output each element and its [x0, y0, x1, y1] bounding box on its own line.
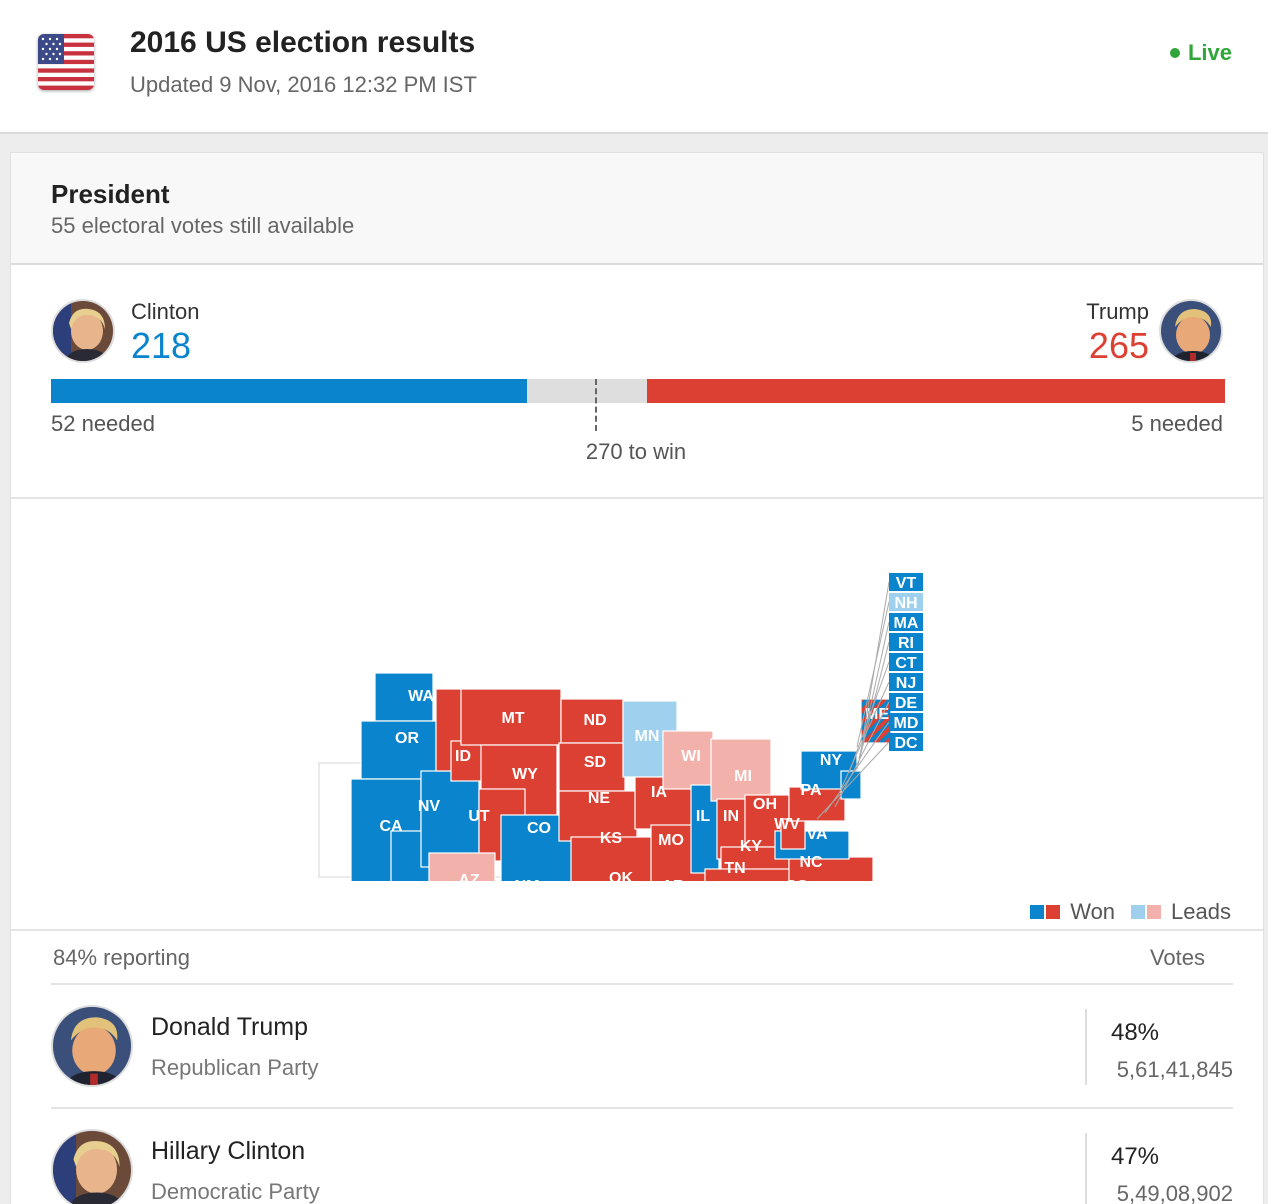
clinton-electoral-votes: 218	[131, 325, 192, 366]
candidate-name: Donald Trump	[151, 1013, 309, 1041]
state-label-or: OR	[395, 730, 419, 747]
small-state-label-ct: CT	[895, 655, 917, 672]
trump-name: Trump	[1086, 299, 1149, 324]
clinton-name: Clinton	[131, 299, 200, 324]
state-label-ok: OK	[609, 870, 633, 881]
us-election-map[interactable]: WAORCANVIDMTWYUTCOAZNMNDSDNEKSOKTXMNIAMO…	[11, 501, 1261, 881]
state-label-sc: SC	[786, 878, 809, 881]
votes-column-header: Votes	[1149, 945, 1205, 970]
state-label-wi: WI	[681, 748, 701, 765]
small-state-label-md: MD	[894, 715, 919, 732]
candidate-row[interactable]: Donald Trump Republican Party 48% 5,61,4…	[51, 985, 1233, 1109]
map-legend: Won Leads	[1030, 899, 1231, 925]
small-state-label-nh: NH	[894, 595, 917, 612]
vote-count: 5,61,41,845	[1116, 1057, 1233, 1082]
top-bar: 2016 US election results Updated 9 Nov, …	[0, 0, 1268, 134]
candidate-party: Democratic Party	[151, 1179, 320, 1204]
small-state-label-dc: DC	[894, 735, 918, 752]
state-label-ca: CA	[379, 818, 403, 835]
race-subtitle: 55 electoral votes still available	[51, 213, 355, 238]
rep-lead-swatch	[1147, 905, 1162, 919]
state-label-oh: OH	[753, 796, 777, 813]
state-label-sd: SD	[584, 754, 606, 771]
reporting-row: 84% reporting Votes	[51, 931, 1233, 985]
updated-timestamp: Updated 9 Nov, 2016 12:32 PM IST	[130, 72, 477, 97]
dem-lead-swatch	[1131, 905, 1146, 919]
trump-electoral-votes: 265	[1088, 325, 1149, 366]
legend-won-label: Won	[1070, 899, 1116, 924]
clinton-avatar	[51, 299, 115, 363]
live-badge: Live	[1169, 40, 1232, 66]
small-state-label-nj: NJ	[896, 675, 916, 692]
small-state-label-ma: MA	[894, 615, 919, 632]
vote-percent: 48%	[1110, 1019, 1160, 1046]
trump-avatar	[1159, 299, 1223, 363]
candidate-party: Republican Party	[151, 1055, 319, 1080]
win-threshold-marker	[595, 379, 597, 431]
president-results-card: President 55 electoral votes still avail…	[10, 152, 1264, 1204]
state-label-id: ID	[455, 748, 471, 765]
state-label-pa: PA	[800, 782, 821, 799]
state-label-mi: MI	[734, 768, 752, 785]
state-label-nd: ND	[583, 712, 606, 729]
state-label-mn: MN	[635, 728, 660, 745]
small-state-label-vt: VT	[896, 575, 917, 592]
live-label: Live	[1187, 40, 1232, 65]
us-flag-icon	[38, 34, 94, 90]
dem-won-swatch	[1030, 905, 1045, 919]
vote-percent: 47%	[1110, 1143, 1160, 1170]
clinton-bar-fill	[51, 379, 527, 403]
to-win-label: 270 to win	[585, 439, 687, 464]
state-label-co: CO	[527, 820, 551, 837]
small-state-label-de: DE	[895, 695, 918, 712]
state-label-mo: MO	[658, 832, 684, 849]
trump-bar-fill	[646, 379, 1225, 403]
clinton-needed: 52 needed	[51, 411, 155, 436]
state-label-mt: MT	[501, 710, 524, 727]
state-label-il: IL	[696, 808, 710, 825]
state-label-nm: NM	[515, 878, 540, 881]
trump-avatar	[51, 1005, 133, 1087]
reporting-percent: 84% reporting	[53, 945, 190, 970]
state-label-in: IN	[723, 808, 739, 825]
candidate-name: Hillary Clinton	[151, 1137, 306, 1165]
state-label-ny: NY	[820, 752, 843, 769]
candidate-row[interactable]: Hillary Clinton Democratic Party 47% 5,4…	[51, 1109, 1233, 1204]
state-label-nc: NC	[799, 854, 823, 871]
state-label-ks: KS	[600, 830, 623, 847]
electoral-vote-bar	[51, 379, 1225, 403]
state-label-wv: WV	[774, 816, 800, 833]
divider	[11, 497, 1263, 499]
rep-won-swatch	[1046, 905, 1061, 919]
state-label-va: VA	[806, 826, 827, 843]
page-title: 2016 US election results	[130, 26, 476, 59]
live-dot-icon	[1169, 48, 1180, 58]
vote-count: 5,49,08,902	[1116, 1181, 1233, 1204]
state-label-ar: AR	[661, 878, 685, 881]
state-label-tn: TN	[724, 860, 745, 877]
legend-leads-label: Leads	[1171, 899, 1231, 924]
state-label-wy: WY	[512, 766, 538, 783]
trump-needed: 5 needed	[1131, 411, 1223, 436]
small-state-label-ri: RI	[898, 635, 914, 652]
state-label-ia: IA	[651, 784, 667, 801]
state-label-wa: WA	[408, 688, 434, 705]
race-header: President 55 electoral votes still avail…	[11, 153, 1263, 265]
state-label-nv: NV	[418, 798, 441, 815]
state-label-ut: UT	[468, 808, 490, 825]
state-label-az: AZ	[458, 872, 480, 881]
clinton-avatar	[51, 1129, 133, 1204]
state-label-ky: KY	[740, 838, 763, 855]
state-label-ne: NE	[588, 790, 611, 807]
race-title: President	[51, 179, 170, 209]
